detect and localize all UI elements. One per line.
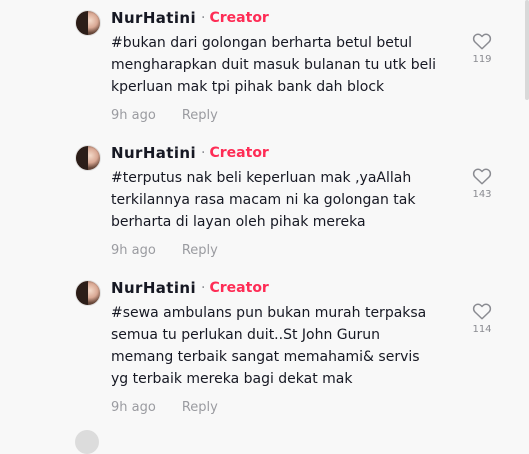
like-count: 114 [472, 324, 492, 335]
comment-text: #bukan dari golongan berharta betul betu… [111, 35, 436, 95]
reply-button[interactable]: Reply [182, 108, 218, 123]
separator-dot: · [201, 10, 206, 26]
username[interactable]: NurHatini [111, 144, 196, 162]
heart-outline-icon[interactable] [472, 167, 492, 185]
comment-header: NurHatini · Creator [111, 7, 269, 29]
separator-dot: · [201, 145, 206, 161]
comment-meta: 9h ago Reply [111, 106, 218, 124]
heart-outline-icon[interactable] [472, 302, 492, 320]
like-count: 143 [472, 189, 492, 200]
username[interactable]: NurHatini [111, 9, 196, 27]
heart-outline-icon[interactable] [472, 32, 492, 50]
avatar[interactable] [75, 430, 99, 454]
like-button[interactable]: 119 [470, 32, 494, 65]
comment-time: 9h ago [111, 242, 156, 258]
comment-text: #terputus nak beli keperluan mak ,yaAlla… [111, 170, 416, 230]
avatar[interactable] [75, 280, 101, 306]
creator-badge: Creator [209, 145, 269, 161]
reply-button[interactable]: Reply [182, 243, 218, 258]
avatar[interactable] [75, 145, 101, 171]
like-count: 119 [472, 54, 492, 65]
like-button[interactable]: 143 [470, 167, 494, 200]
separator-dot: · [201, 280, 206, 296]
comment-header: NurHatini · Creator [111, 277, 269, 299]
comment-time: 9h ago [111, 107, 156, 123]
like-button[interactable]: 114 [470, 302, 494, 335]
username[interactable]: NurHatini [111, 279, 196, 297]
comment-meta: 9h ago Reply [111, 398, 218, 416]
avatar[interactable] [75, 10, 101, 36]
creator-badge: Creator [209, 280, 269, 296]
scrollbar[interactable] [525, 0, 529, 100]
reply-button[interactable]: Reply [182, 400, 218, 415]
comment-text: #sewa ambulans pun bukan murah terpaksa … [111, 305, 427, 387]
comment-time: 9h ago [111, 399, 156, 415]
comment-header: NurHatini · Creator [111, 142, 269, 164]
comment-meta: 9h ago Reply [111, 241, 218, 259]
creator-badge: Creator [209, 10, 269, 26]
